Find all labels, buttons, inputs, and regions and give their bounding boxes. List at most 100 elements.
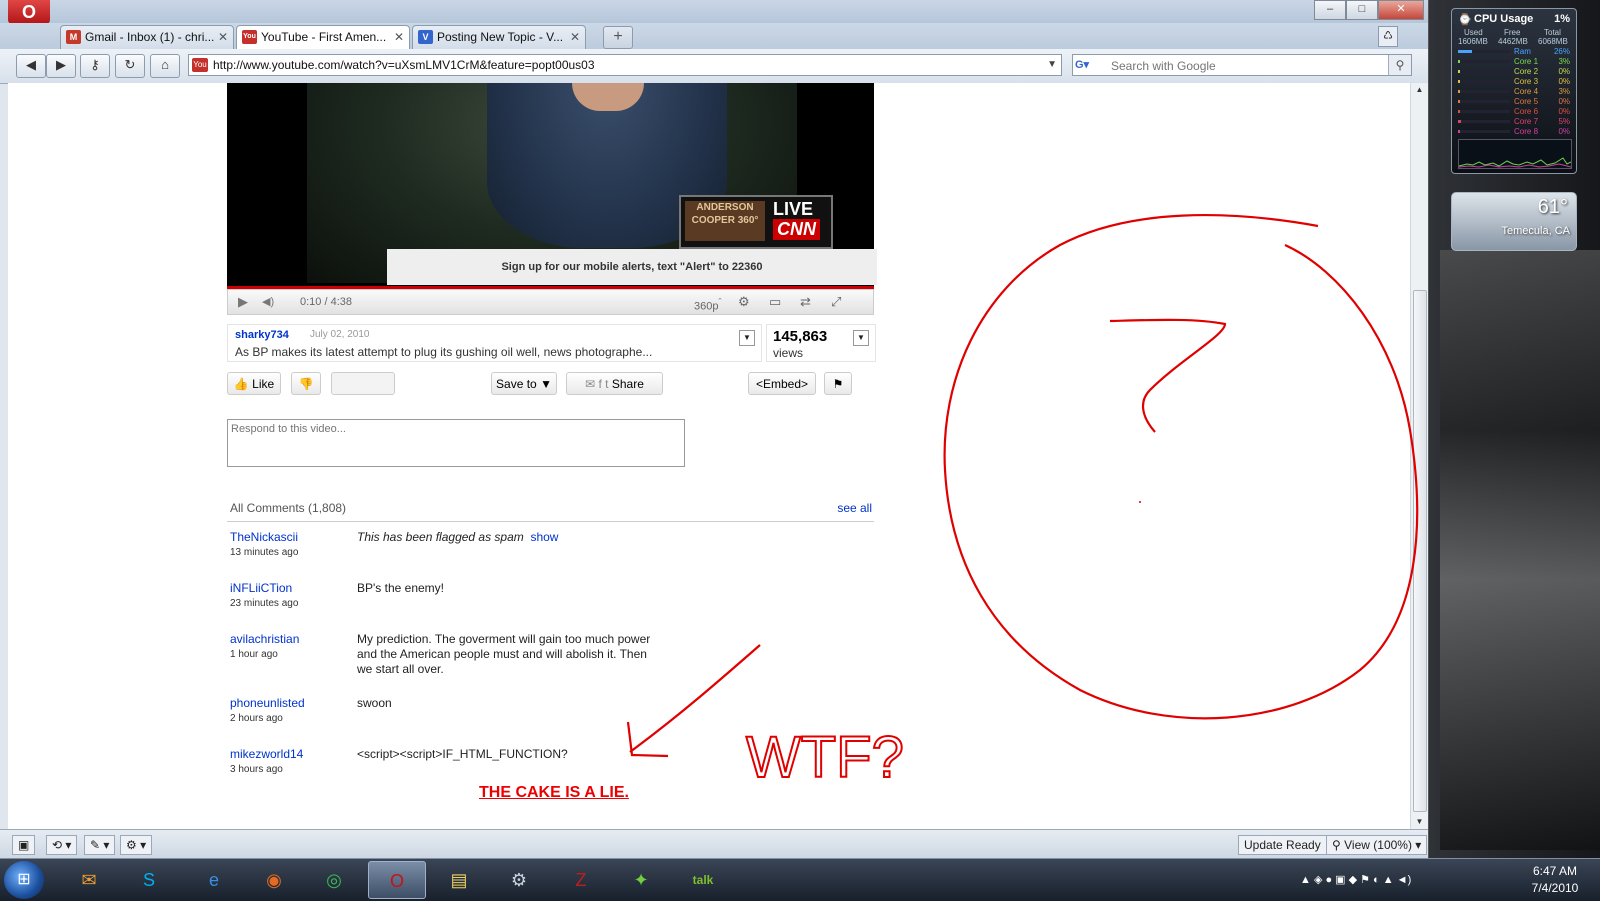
search-box: G▾ ⚲ — [1072, 54, 1412, 76]
wand-key-icon[interactable]: ⚷ — [80, 54, 110, 78]
unite-icon[interactable]: ✎ ▾ — [84, 835, 116, 855]
taskbar-filezilla-icon[interactable]: Z — [552, 861, 610, 899]
taskbar-ie-icon[interactable]: e — [185, 861, 243, 899]
cpu-bar-fill — [1458, 110, 1460, 113]
comment-input[interactable] — [228, 420, 684, 466]
tab-posting-new-topic[interactable]: V Posting New Topic - V... ✕ — [412, 25, 586, 49]
comment-user-link[interactable]: TheNickascii — [230, 530, 298, 544]
address-field[interactable]: You http://www.youtube.com/watch?v=uXsmL… — [188, 54, 1062, 76]
see-all-link[interactable]: see all — [837, 501, 872, 515]
reload-button[interactable]: ↻ — [115, 54, 145, 78]
flag-button[interactable]: ⚑ — [824, 372, 852, 395]
search-icon[interactable]: ⚲ — [1388, 55, 1411, 75]
comment-user-link[interactable]: avilachristian — [230, 632, 299, 646]
chevron-down-icon: ▼ — [540, 377, 552, 391]
zoom-view-button[interactable]: ⚲ View (100%) ▾ — [1326, 835, 1428, 855]
weather-gadget: 61° Temecula, CA — [1451, 192, 1577, 251]
play-icon[interactable]: ▶ — [238, 294, 248, 310]
cake-lie-annotation: THE CAKE IS A LIE. — [479, 784, 629, 801]
chevron-down-icon[interactable]: ▼ — [1047, 55, 1057, 75]
views-label: views — [773, 346, 804, 360]
taskbar-skype-icon[interactable]: S — [120, 861, 178, 899]
mem-col-total: Total — [1544, 28, 1561, 37]
embed-button[interactable]: <Embed> — [748, 372, 816, 395]
home-button[interactable]: ⌂ — [150, 54, 180, 78]
tab-youtube[interactable]: You YouTube - First Amen... ✕ — [236, 25, 410, 49]
live-label: LIVE — [773, 199, 814, 219]
scroll-thumb[interactable] — [1413, 290, 1427, 812]
taskbar-explorer-icon[interactable]: ▤ — [430, 861, 488, 899]
cpu-bar — [1458, 110, 1510, 113]
show-spam-link[interactable]: show — [530, 530, 558, 544]
cpu-row-label: Core 2 — [1514, 67, 1539, 76]
update-ready-button[interactable]: Update Ready — [1238, 835, 1327, 855]
cpu-bar-fill — [1458, 120, 1461, 123]
share-button[interactable]: ✉ f t Share — [566, 372, 663, 395]
comment-user-link[interactable]: mikezworld14 — [230, 747, 303, 761]
scroll-up-icon[interactable]: ▲ — [1411, 83, 1428, 97]
taskbar-gadget-icon[interactable]: ✦ — [612, 861, 670, 899]
volume-icon[interactable]: ◀) — [262, 294, 274, 310]
cpu-bar-fill — [1458, 70, 1460, 73]
quality-caret-icon: ˆ — [718, 297, 722, 307]
url-text: http://www.youtube.com/watch?v=uXsmLMV1C… — [213, 58, 595, 72]
cpu-row: Ram 26% — [1458, 47, 1570, 56]
scroll-down-icon[interactable]: ▼ — [1411, 815, 1428, 829]
clock[interactable]: 6:47 AM 7/4/2010 — [1522, 863, 1588, 897]
minimize-button[interactable]: – — [1314, 0, 1346, 20]
back-button[interactable]: ◀ — [16, 54, 46, 78]
cpu-graph-svg — [1458, 157, 1572, 168]
cpu-row: Core 7 5% — [1458, 117, 1570, 126]
cpu-row: Core 1 3% — [1458, 57, 1570, 66]
trash-icon[interactable]: ♺ — [1378, 26, 1398, 47]
close-window-button[interactable]: ✕ — [1378, 0, 1424, 20]
quality-selector[interactable]: 360pˆ — [694, 294, 722, 313]
new-tab-button[interactable]: + — [603, 26, 633, 49]
tab-gmail[interactable]: M Gmail - Inbox (1) - chri... ✕ — [60, 25, 234, 49]
comment-user-link[interactable]: phoneunlisted — [230, 696, 305, 710]
expand-description-icon[interactable]: ▼ — [739, 330, 755, 346]
comment-text: BP's the enemy! — [357, 581, 444, 595]
mem-total: 6068MB — [1538, 37, 1568, 46]
expand-stats-icon[interactable]: ▼ — [853, 330, 869, 346]
sync-icon[interactable]: ⟲ ▾ — [46, 835, 78, 855]
cpu-usage-gadget: ⌚ CPU Usage 1% Used Free Total 1606MB 44… — [1451, 8, 1577, 174]
tab-close-icon[interactable]: ✕ — [218, 26, 228, 48]
forward-button[interactable]: ▶ — [46, 54, 76, 78]
system-tray[interactable]: ▲ ◈ ● ▣ ◆ ⚑ ◐ ▲ ◄) — [1300, 861, 1532, 899]
save-to-button[interactable]: Save to ▼ — [491, 372, 557, 395]
search-input[interactable] — [1109, 56, 1383, 76]
settings-icon[interactable]: ⚙ — [738, 294, 750, 310]
tab-close-icon[interactable]: ✕ — [570, 26, 580, 48]
opera-menu-button[interactable]: O — [8, 0, 50, 24]
tab-close-icon[interactable]: ✕ — [394, 26, 404, 48]
taskbar-opera-icon[interactable]: O — [368, 861, 426, 899]
start-button[interactable]: ⊞ — [4, 861, 44, 899]
taskbar-chrome-icon[interactable]: ◎ — [305, 861, 363, 899]
show-logo-text: ANDERSON COOPER 360° — [685, 201, 765, 241]
comment-user-link[interactable]: iNFLiiCTion — [230, 581, 292, 595]
widescreen-icon[interactable]: ⇄ — [800, 294, 811, 310]
comment-time: 3 hours ago — [230, 764, 283, 775]
forum-icon: V — [418, 30, 433, 44]
video-player[interactable]: ANDERSON COOPER 360° LIVE CNN Sign up fo… — [227, 83, 877, 289]
google-engine-icon[interactable]: G▾ — [1075, 57, 1105, 73]
taskbar-outlook-icon[interactable]: ✉ — [60, 861, 118, 899]
uploader-link[interactable]: sharky734 — [235, 329, 289, 341]
taskbar-firefox-icon[interactable]: ◉ — [245, 861, 303, 899]
cpu-gauge-icon: ⌚ — [1458, 14, 1472, 26]
thumbs-up-icon: 👍 — [233, 377, 249, 391]
fullscreen-icon[interactable]: ⤢ — [831, 294, 841, 310]
maximize-button[interactable]: □ — [1346, 0, 1378, 20]
panel-toggle-icon[interactable]: ▣ — [12, 835, 36, 855]
taskbar-steam-icon[interactable]: ⚙ — [490, 861, 548, 899]
page-scrollbar[interactable]: ▲ ▼ — [1410, 83, 1428, 829]
like-button[interactable]: 👍 Like — [227, 372, 281, 395]
share-label: Share — [611, 377, 644, 391]
taskbar-gtalk-icon[interactable]: talk — [674, 861, 732, 899]
popout-icon[interactable]: ▭ — [769, 294, 781, 310]
like-label: Like — [252, 377, 275, 391]
dislike-button[interactable]: 👎 — [291, 372, 321, 395]
turbo-icon[interactable]: ⚙ ▾ — [120, 835, 153, 855]
cpu-row-label: Core 6 — [1514, 107, 1539, 116]
